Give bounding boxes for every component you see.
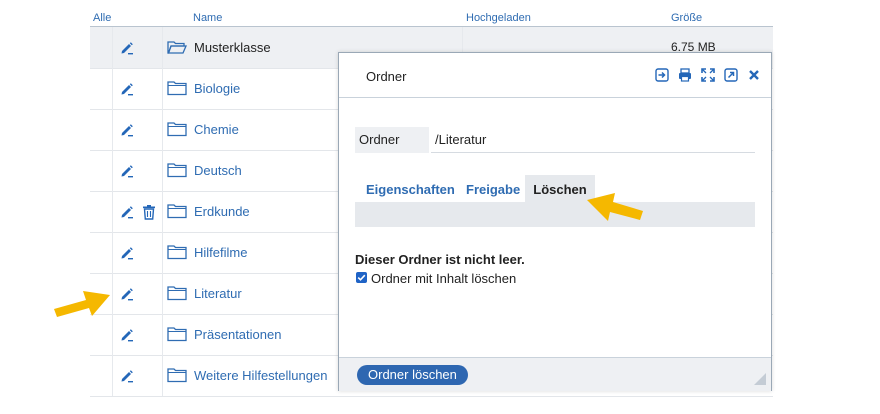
folder-name[interactable]: Erdkunde bbox=[194, 204, 250, 219]
folder-icon bbox=[167, 286, 187, 301]
column-header-name[interactable]: Name bbox=[193, 12, 222, 24]
dialog-header: Ordner bbox=[339, 53, 771, 98]
folder-name[interactable]: Weitere Hilfestellungen bbox=[194, 368, 327, 383]
highlight-arrow-icon bbox=[54, 291, 110, 317]
folder-field-label: Ordner bbox=[359, 132, 400, 147]
folder-name[interactable]: Chemie bbox=[194, 122, 239, 137]
pencil-icon[interactable] bbox=[119, 122, 135, 138]
pencil-icon[interactable] bbox=[119, 204, 135, 220]
folder-name[interactable]: Hilfefilme bbox=[194, 245, 247, 260]
select-all-link[interactable]: Alle bbox=[93, 12, 111, 24]
tab-sharing[interactable]: Freigabe bbox=[466, 180, 520, 210]
not-empty-warning: Dieser Ordner ist nicht leer. bbox=[355, 252, 525, 267]
folder-icon bbox=[167, 163, 187, 178]
delete-with-content-label[interactable]: Ordner mit Inhalt löschen bbox=[371, 271, 516, 286]
table-header: Alle Name Hochgeladen Größe bbox=[0, 0, 880, 27]
external-link-icon[interactable] bbox=[724, 68, 738, 82]
folder-name[interactable]: Deutsch bbox=[194, 163, 242, 178]
close-icon[interactable] bbox=[747, 68, 761, 82]
tab-properties[interactable]: Eigenschaften bbox=[366, 180, 455, 210]
folder-name[interactable]: Präsentationen bbox=[194, 327, 281, 342]
fullscreen-icon[interactable] bbox=[701, 68, 715, 82]
open-in-new-icon[interactable] bbox=[655, 68, 669, 82]
folder-open-icon bbox=[167, 41, 187, 54]
folder-name[interactable]: Biologie bbox=[194, 81, 240, 96]
folder-path-value: /Literatur bbox=[435, 132, 487, 147]
resize-handle-icon[interactable] bbox=[753, 372, 767, 386]
pencil-icon[interactable] bbox=[119, 81, 135, 97]
pencil-icon[interactable] bbox=[119, 245, 135, 261]
folder-icon bbox=[167, 122, 187, 137]
field-underline bbox=[431, 152, 755, 153]
pencil-icon[interactable] bbox=[119, 163, 135, 179]
folder-icon bbox=[167, 327, 187, 342]
dialog-title: Ordner bbox=[366, 69, 407, 84]
pencil-icon[interactable] bbox=[119, 286, 135, 302]
highlight-arrow-icon bbox=[587, 193, 643, 221]
column-header-uploaded[interactable]: Hochgeladen bbox=[466, 12, 531, 24]
delete-with-content-checkbox[interactable] bbox=[356, 272, 367, 283]
folder-icon bbox=[167, 368, 187, 383]
folder-icon bbox=[167, 204, 187, 219]
folder-name[interactable]: Literatur bbox=[194, 286, 242, 301]
folder-icon bbox=[167, 81, 187, 96]
pencil-icon[interactable] bbox=[119, 327, 135, 343]
trash-icon[interactable] bbox=[142, 204, 156, 220]
folder-icon bbox=[167, 245, 187, 260]
print-icon[interactable] bbox=[678, 68, 692, 82]
column-header-size[interactable]: Größe bbox=[671, 12, 702, 24]
folder-name[interactable]: Musterklasse bbox=[194, 40, 271, 55]
pencil-icon[interactable] bbox=[119, 368, 135, 384]
folder-dialog: Ordner Ordner /Literatur Eigenschaften F… bbox=[338, 52, 772, 391]
delete-folder-button[interactable]: Ordner löschen bbox=[357, 365, 468, 385]
pencil-icon[interactable] bbox=[119, 40, 135, 56]
